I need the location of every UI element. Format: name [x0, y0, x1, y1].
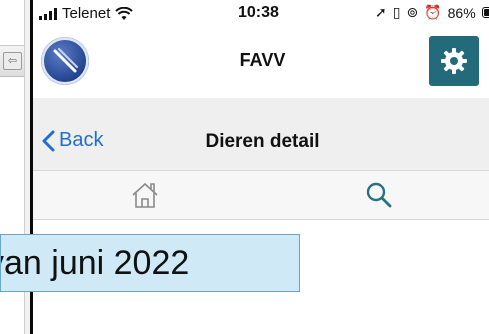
- status-left: Telenet: [39, 5, 134, 22]
- rotation-lock-icon: ⊚: [406, 4, 419, 20]
- gear-icon: [441, 48, 467, 74]
- caption-banner: van juni 2022: [0, 234, 300, 292]
- phone-lock-icon: ▯: [392, 4, 401, 20]
- app-title: FAVV: [239, 50, 286, 70]
- status-bar: Telenet 10:38 ➚ ▯ ⊚ ⏰ 86%: [33, 0, 489, 26]
- caption-text: van juni 2022: [0, 244, 190, 282]
- location-icon: ➚: [375, 4, 387, 20]
- battery-icon: [481, 7, 489, 18]
- background-back-button[interactable]: ⇦: [3, 52, 22, 70]
- wifi-icon: [115, 6, 134, 20]
- navigation-bar: Back Dieren detail: [33, 98, 489, 171]
- status-time: 10:38: [238, 4, 279, 21]
- tab-home[interactable]: [129, 180, 161, 210]
- alarm-icon: ⏰: [424, 4, 442, 20]
- signal-icon: [39, 7, 57, 20]
- tab-search[interactable]: [363, 180, 395, 210]
- status-right: ➚ ▯ ⊚ ⏰ 86%: [375, 4, 489, 21]
- page-title: Dieren detail: [205, 131, 320, 152]
- app-header: FAVV: [33, 26, 489, 98]
- search-icon: [366, 182, 392, 208]
- tab-bar: [33, 171, 489, 220]
- battery-label: 86%: [447, 4, 476, 21]
- settings-button[interactable]: [429, 36, 479, 86]
- home-icon: [132, 182, 158, 208]
- carrier-label: Telenet: [62, 5, 111, 22]
